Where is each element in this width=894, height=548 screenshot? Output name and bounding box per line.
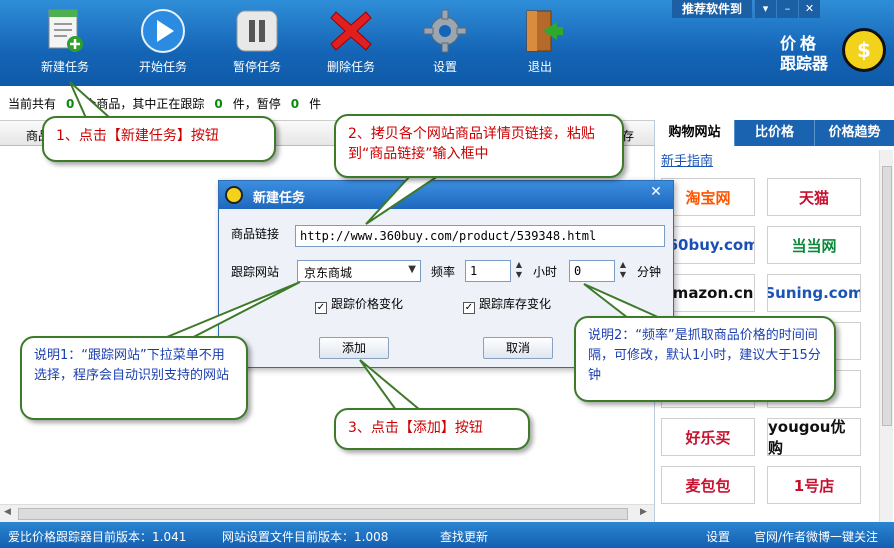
play-icon [140, 8, 186, 54]
spin-down-icon[interactable]: ▼ [513, 270, 525, 280]
track-price-label: 跟踪价格变化 [331, 297, 404, 311]
tracking-site-value: 京东商城 [304, 266, 353, 280]
tracking-count: 0 [214, 97, 223, 111]
tab-shopping-sites[interactable]: 购物网站 [655, 120, 735, 146]
site-tile[interactable]: 1号店 [767, 466, 861, 504]
track-stock-label: 跟踪库存变化 [479, 297, 552, 311]
spin-up-icon[interactable]: ▲ [617, 260, 629, 270]
tab-compare-price[interactable]: 比价格 [735, 120, 815, 146]
new-task-label: 新建任务 [40, 60, 89, 74]
summary-prefix: 当前共有 [8, 97, 57, 111]
start-task-button[interactable]: 开始任务 [128, 8, 198, 80]
dialog-close-icon[interactable]: ✕ [645, 184, 667, 204]
cancel-button[interactable]: 取消 [483, 337, 553, 359]
bottom-settings-link[interactable]: 设置 [706, 528, 730, 545]
beginner-guide-link[interactable]: 新手指南 [661, 150, 713, 169]
scroll-right-icon[interactable]: ▶ [640, 507, 647, 517]
new-task-button[interactable]: 新建任务 [30, 8, 100, 80]
summary-unit2: 件 [309, 97, 322, 111]
tab-price-trend[interactable]: 价格趋势 [815, 120, 894, 146]
callout-step3: 3、点击【添加】按钮 [334, 408, 530, 450]
minimize-icon[interactable]: – [776, 0, 798, 18]
recommend-link[interactable]: 推荐软件到 [672, 0, 752, 18]
dollar-logo-icon: $ [842, 28, 886, 72]
checkmark-icon: ✓ [315, 302, 327, 314]
add-button[interactable]: 添加 [319, 337, 389, 359]
summary-mid: 个商品，其中正在跟踪 [84, 97, 205, 111]
panel-tabs: 购物网站 比价格 价格趋势 [655, 120, 894, 146]
site-tile[interactable]: Suning.com [767, 274, 861, 312]
track-stock-checkbox[interactable]: ✓ 跟踪库存变化 [463, 295, 551, 314]
minutes-spinner[interactable]: ▲ ▼ [617, 260, 629, 282]
hours-spinner[interactable]: ▲ ▼ [513, 260, 525, 282]
scroll-thumb[interactable] [882, 166, 892, 426]
url-label: 商品链接 [231, 227, 280, 241]
check-update-link[interactable]: 查找更新 [440, 528, 488, 545]
close-icon[interactable]: ✕ [798, 0, 820, 18]
hours-input[interactable]: 1 [465, 260, 511, 282]
dialog-title-bar: 新建任务 [219, 181, 673, 209]
hours-unit: 小时 [533, 265, 558, 279]
exit-button[interactable]: 退出 [505, 8, 575, 80]
checkmark-icon: ✓ [463, 302, 475, 314]
delete-x-icon [328, 8, 374, 54]
freq-label: 频率 [431, 265, 456, 279]
gear-icon [422, 8, 468, 54]
scroll-thumb[interactable] [18, 508, 628, 520]
settings-label: 设置 [432, 60, 457, 74]
paused-count: 0 [290, 97, 300, 111]
minutes-unit: 分钟 [637, 265, 662, 279]
config-version: 网站设置文件目前版本：1.008 [222, 530, 389, 544]
site-tile[interactable]: amazon.cn [661, 274, 755, 312]
callout-note2: 说明2：“频率”是抓取商品价格的时间间隔，可修改，默认1小时，建议大于15分钟 [574, 316, 836, 402]
brand-logo: 价格 跟踪器 $ [780, 26, 890, 76]
pause-task-button[interactable]: 暂停任务 [222, 8, 292, 80]
chevron-down-icon: ▼ [408, 264, 416, 275]
exit-door-icon [517, 8, 563, 54]
exit-label: 退出 [527, 60, 552, 74]
app-logo-icon [225, 186, 243, 204]
callout-step1: 1、点击【新建任务】按钮 [42, 116, 276, 162]
dialog-title: 新建任务 [253, 191, 306, 206]
track-price-checkbox[interactable]: ✓ 跟踪价格变化 [315, 295, 403, 314]
start-task-label: 开始任务 [138, 60, 187, 74]
product-url-input[interactable]: http://www.360buy.com/product/539348.htm… [295, 225, 665, 247]
site-tile[interactable]: 麦包包 [661, 466, 755, 504]
total-count: 0 [66, 97, 75, 111]
new-document-icon [42, 8, 88, 54]
site-tile[interactable]: 当当网 [767, 226, 861, 264]
delete-task-label: 删除任务 [326, 60, 375, 74]
app-version: 爱比价格跟踪器目前版本：1.041 [8, 530, 187, 544]
dropdown-icon[interactable]: ▾ [754, 0, 776, 18]
callout-note1: 说明1：“跟踪网站”下拉菜单不用选择，程序会自动识别支持的网站 [20, 336, 248, 420]
site-tile[interactable]: yougou优购 [767, 418, 861, 456]
settings-button[interactable]: 设置 [410, 8, 480, 80]
window-controls: ▾ – ✕ [754, 0, 820, 18]
bottom-status-bar: 爱比价格跟踪器目前版本：1.041 网站设置文件目前版本：1.008 查找更新 … [0, 522, 894, 548]
spin-down-icon[interactable]: ▼ [617, 270, 629, 280]
site-tile[interactable]: 天猫 [767, 178, 861, 216]
site-tile[interactable]: 淘宝网 [661, 178, 755, 216]
pause-task-label: 暂停任务 [232, 60, 281, 74]
vertical-scrollbar[interactable] [879, 150, 893, 522]
scroll-left-icon[interactable]: ◀ [4, 507, 11, 517]
spin-up-icon[interactable]: ▲ [513, 260, 525, 270]
minutes-input[interactable]: 0 [569, 260, 615, 282]
site-tile[interactable]: 360buy.com [661, 226, 755, 264]
brand-line2: 跟踪器 [780, 54, 829, 73]
summary-unit1: 件，暂停 [232, 97, 281, 111]
main-toolbar: 新建任务 开始任务 暂停任务 删除任务 设置 退出 推荐软件到 ▾ – ✕ 价格… [0, 0, 894, 86]
site-tile[interactable]: 好乐买 [661, 418, 755, 456]
horizontal-scrollbar[interactable]: ◀ ▶ [0, 504, 654, 522]
delete-task-button[interactable]: 删除任务 [316, 8, 386, 80]
weibo-follow-link[interactable]: 官网/作者微博一键关注 [754, 528, 878, 545]
pause-icon [234, 8, 280, 54]
site-label: 跟踪网站 [231, 265, 280, 279]
tracking-site-select[interactable]: 京东商城 ▼ [297, 260, 421, 282]
callout-step2: 2、拷贝各个网站商品详情页链接，粘贴到“商品链接”输入框中 [334, 114, 624, 178]
